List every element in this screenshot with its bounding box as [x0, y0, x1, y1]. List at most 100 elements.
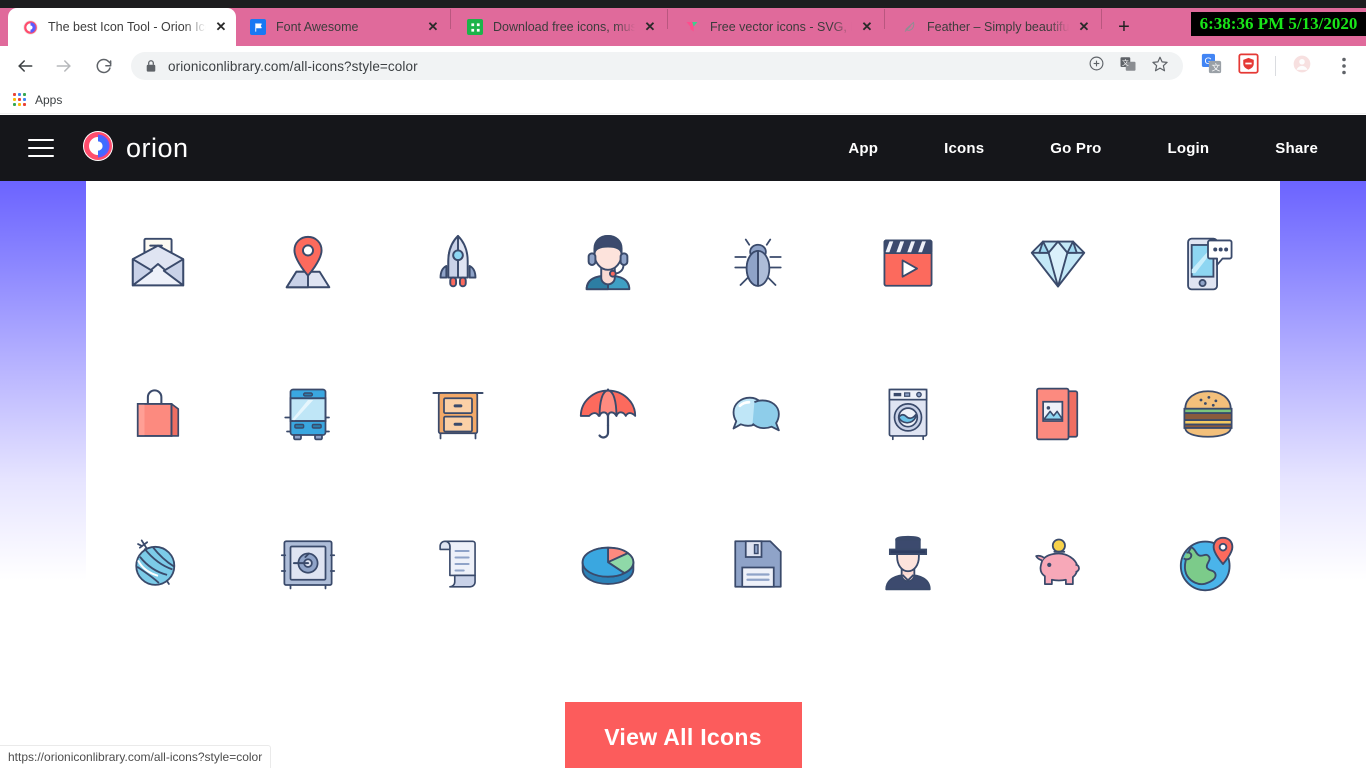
map-pin-icon [277, 233, 339, 295]
flag-icon [250, 19, 266, 35]
star-icon[interactable] [1151, 55, 1169, 78]
browser-tab-icons8[interactable]: Download free icons, music, sto ✕ [453, 8, 665, 46]
orion-circle-logo-icon [82, 130, 114, 167]
icon-tile-support-agent[interactable] [560, 216, 656, 312]
browser-toolbar: orioniconlibrary.com/all-icons?style=col… [0, 46, 1366, 86]
tab-strip: The best Icon Tool - Orion Icon ✕ Font A… [0, 0, 1366, 46]
rocket-icon [427, 233, 489, 295]
left-gradient-decoration [0, 180, 86, 580]
new-tab-button[interactable]: + [1110, 13, 1138, 41]
bus-icon [280, 385, 336, 443]
tab-title: The best Icon Tool - Orion Icon [48, 20, 206, 34]
safe-vault-icon [280, 536, 336, 592]
icon-tile-police-officer[interactable] [860, 516, 956, 612]
toolbar-divider [1275, 56, 1276, 76]
icon-tile-burger[interactable] [1160, 366, 1256, 462]
icon-tile-pie-chart[interactable] [560, 516, 656, 612]
recording-timestamp-overlay: 6:38:36 PM 5/13/2020 [1191, 12, 1366, 36]
tab-close-button[interactable]: ✕ [641, 18, 659, 36]
tab-close-button[interactable]: ✕ [424, 18, 442, 36]
browser-tab-feather[interactable]: Feather – Simply beautiful open ✕ [887, 8, 1099, 46]
site-navigation-bar: orion App Icons Go Pro Login Share [0, 115, 1366, 181]
icon-tile-diamond[interactable] [1010, 216, 1106, 312]
icon-tile-rocket[interactable] [410, 216, 506, 312]
scroll-document-icon [432, 534, 484, 594]
orion-logo-icon [22, 19, 38, 35]
tab-divider [1101, 8, 1102, 29]
icon-tile-floppy-disk[interactable] [710, 516, 806, 612]
icon-tile-umbrella[interactable] [560, 366, 656, 462]
icon-tile-piggy-bank[interactable] [1010, 516, 1106, 612]
icon-tile-shopping-bag[interactable] [110, 366, 206, 462]
washing-machine-icon [881, 385, 935, 443]
movie-clapper-icon [879, 235, 937, 293]
icon-tile-photo-album[interactable] [1010, 366, 1106, 462]
icon-tile-scroll-document[interactable] [410, 516, 506, 612]
status-bar-text: https://orioniconlibrary.com/all-icons?s… [8, 750, 263, 764]
nav-link-share[interactable]: Share [1242, 140, 1318, 157]
site-nav-links: App Icons Go Pro Login Share [815, 140, 1318, 157]
support-agent-icon [577, 233, 639, 295]
google-translate-extension-icon[interactable]: G文 [1201, 53, 1222, 79]
extensions-area: G文 [1183, 53, 1346, 79]
address-bar[interactable]: orioniconlibrary.com/all-icons?style=col… [131, 52, 1183, 80]
open-envelope-icon [127, 233, 189, 295]
icon-grid [83, 181, 1283, 639]
umbrella-icon [578, 384, 638, 444]
smartphone-message-icon [1179, 235, 1237, 293]
diamond-icon [1028, 234, 1088, 294]
tab-title: Download free icons, music, sto [493, 20, 635, 34]
nav-link-app[interactable]: App [815, 140, 911, 157]
brand-name: orion [126, 132, 189, 163]
photo-album-icon [1030, 385, 1086, 443]
browser-tab-flaticon[interactable]: Free vector icons - SVG, PSD, PN ✕ [670, 8, 882, 46]
browser-window: The best Icon Tool - Orion Icon ✕ Font A… [0, 0, 1366, 768]
icon-tile-bus[interactable] [260, 366, 356, 462]
nav-link-login[interactable]: Login [1134, 140, 1242, 157]
icon-tile-nightstand[interactable] [410, 366, 506, 462]
icon-tile-safe-vault[interactable] [260, 516, 356, 612]
translate-icon[interactable]: 文 [1119, 55, 1137, 78]
three-dot-menu-icon[interactable] [1342, 57, 1346, 75]
tab-title: Feather – Simply beautiful open [927, 20, 1069, 34]
pie-chart-icon [578, 535, 638, 593]
icon-tile-map-pin[interactable] [260, 216, 356, 312]
hamburger-menu-icon[interactable] [28, 139, 54, 157]
apps-grid-icon[interactable] [13, 93, 26, 106]
profile-avatar-icon[interactable] [1292, 54, 1312, 79]
bookmark-apps-label[interactable]: Apps [35, 93, 62, 107]
reload-button[interactable] [88, 51, 118, 81]
icon-tile-open-envelope[interactable] [110, 216, 206, 312]
icon-tile-smartphone-message[interactable] [1160, 216, 1256, 312]
tab-close-button[interactable]: ✕ [1075, 18, 1093, 36]
flaticon-icon [684, 19, 700, 35]
icon-tile-washing-machine[interactable] [860, 366, 956, 462]
tab-close-button[interactable]: ✕ [212, 18, 230, 36]
icon-tile-globe-pin[interactable] [1160, 516, 1256, 612]
site-logo[interactable]: orion [82, 130, 189, 167]
icon-tile-yarn-ball[interactable] [110, 516, 206, 612]
tab-divider [450, 8, 451, 29]
tab-close-button[interactable]: ✕ [858, 18, 876, 36]
svg-text:文: 文 [1122, 57, 1129, 66]
back-button[interactable] [10, 51, 40, 81]
install-app-icon[interactable] [1088, 55, 1105, 77]
nav-link-icons[interactable]: Icons [911, 140, 1017, 157]
lock-icon [145, 59, 157, 73]
browser-tab-font-awesome[interactable]: Font Awesome ✕ [236, 8, 448, 46]
feather-icon [901, 19, 917, 35]
icon-tile-chat-bubbles[interactable] [710, 366, 806, 462]
tab-title: Font Awesome [276, 20, 359, 34]
forward-button[interactable] [49, 51, 79, 81]
address-bar-url: orioniconlibrary.com/all-icons?style=col… [168, 58, 418, 74]
view-all-icons-button[interactable]: View All Icons [564, 702, 802, 768]
icon-tile-bug[interactable] [710, 216, 806, 312]
chat-bubbles-icon [729, 385, 787, 443]
browser-tab-orion[interactable]: The best Icon Tool - Orion Icon ✕ [8, 8, 236, 46]
nav-link-go-pro[interactable]: Go Pro [1017, 140, 1134, 157]
icons8-icon [467, 19, 483, 35]
bookmarks-bar: Apps [0, 86, 1366, 114]
status-bar-url: https://orioniconlibrary.com/all-icons?s… [0, 746, 271, 768]
adblock-extension-icon[interactable] [1238, 53, 1259, 79]
icon-tile-movie-clapper[interactable] [860, 216, 956, 312]
